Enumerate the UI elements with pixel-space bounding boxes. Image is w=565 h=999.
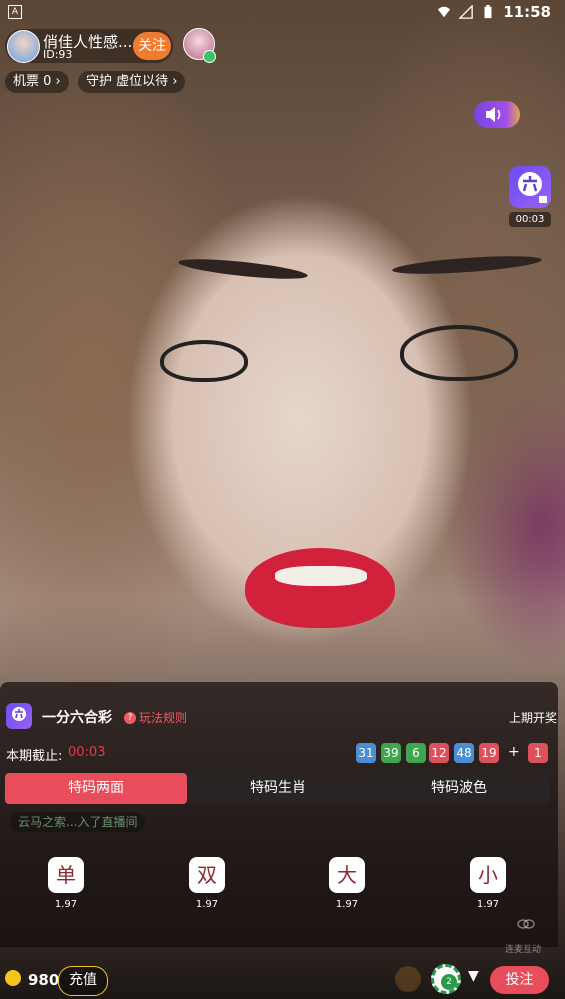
lottery-logo-icon — [518, 172, 547, 203]
result-ball: 39 — [381, 743, 401, 763]
tab-special-two-sides[interactable]: 特码两面 — [5, 773, 187, 804]
result-ball: 6 — [406, 743, 426, 763]
bet-option-big[interactable]: 大 — [329, 857, 365, 893]
speaker-button[interactable] — [474, 101, 520, 128]
coin-balance: 980 — [28, 971, 60, 989]
chevron-right-icon: › — [55, 74, 61, 89]
brow-shape — [177, 255, 309, 283]
lottery-title: 一分六合彩 — [42, 710, 112, 726]
lottery-logo-glyph-icon — [12, 707, 26, 721]
guard-label: 守护 虚位以待 — [86, 74, 169, 89]
tab-special-wave-color[interactable]: 特码波色 — [368, 773, 550, 804]
bet-odds: 1.97 — [54, 899, 78, 910]
speaker-icon — [486, 107, 501, 122]
brow-shape — [391, 252, 543, 278]
question-icon: ? — [124, 711, 136, 724]
status-right: 11:58 — [437, 3, 551, 21]
bet-odds: 1.97 — [476, 899, 500, 910]
tab-special-zodiac[interactable]: 特码生肖 — [187, 773, 369, 804]
result-ball: 19 — [479, 743, 499, 763]
host-avatar[interactable] — [7, 30, 40, 63]
lottery-float-button[interactable] — [509, 166, 551, 208]
rules-label: 玩法规则 — [139, 711, 188, 725]
bet-odds: 1.97 — [335, 899, 359, 910]
chat-entry-message: 云马之索...入了直播间 — [10, 812, 146, 832]
chip-value: 2 — [441, 974, 457, 990]
special-ball: 1 — [528, 743, 548, 763]
tickets-label: 机票 0 — [13, 74, 52, 89]
lottery-float-timer: 00:03 — [509, 212, 551, 227]
result-ball: 48 — [454, 743, 474, 763]
result-ball: 12 — [429, 743, 449, 763]
status-bar: A 11:58 — [0, 0, 565, 26]
bet-odds: 1.97 — [195, 899, 219, 910]
lottery-logo-icon — [6, 703, 32, 729]
follow-button[interactable]: 关注 — [133, 32, 171, 60]
interaction-label: 连麦互动 — [505, 945, 542, 955]
glasses-lens — [400, 325, 518, 381]
wifi-icon — [438, 6, 451, 18]
bet-option-odd[interactable]: 单 — [48, 857, 84, 893]
online-badge-icon — [203, 50, 216, 63]
bet-option-even[interactable]: 双 — [189, 857, 225, 893]
deadline-label: 本期截止: — [6, 749, 63, 764]
rules-link[interactable]: ? 玩法规则 — [124, 709, 187, 726]
lips-shape — [245, 548, 395, 628]
recharge-button[interactable]: 充值 — [58, 966, 108, 996]
chip-selector[interactable]: 2 — [431, 964, 461, 994]
result-ball: 31 — [356, 743, 376, 763]
host-id: ID:93 — [43, 48, 73, 61]
guard-tag[interactable]: 守护 虚位以待 › — [78, 71, 186, 93]
chevron-right-icon: › — [172, 74, 178, 89]
notification-icon: A — [8, 5, 22, 19]
emoji-icon[interactable] — [395, 966, 421, 992]
glasses-lens — [160, 340, 248, 382]
last-draw-link[interactable]: 上期开奖 — [509, 709, 557, 726]
bet-option-small[interactable]: 小 — [470, 857, 506, 893]
coin-icon — [5, 970, 21, 986]
submit-bet-button[interactable]: 投注 — [490, 966, 549, 994]
battery-icon — [484, 5, 492, 19]
tickets-tag[interactable]: 机票 0 › — [5, 71, 69, 93]
teeth-shape — [275, 566, 367, 586]
link-icon[interactable] — [517, 917, 535, 931]
deadline-countdown: 00:03 — [68, 745, 106, 760]
plus-sign: + — [508, 744, 520, 760]
caret-down-icon[interactable]: ▼ — [468, 968, 479, 984]
signal-icon — [459, 5, 474, 19]
status-time: 11:58 — [503, 3, 551, 21]
